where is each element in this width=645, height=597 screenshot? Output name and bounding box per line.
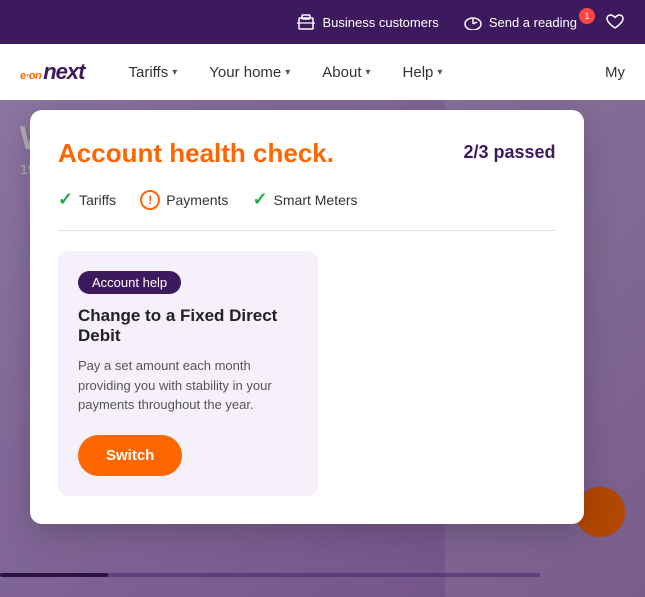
switch-button[interactable]: Switch bbox=[78, 435, 182, 476]
modal-checks: ✓ Tariffs ! Payments ✓ Smart Meters bbox=[58, 189, 556, 210]
card-badge: Account help bbox=[78, 271, 181, 294]
send-reading-link[interactable]: Send a reading 1 bbox=[463, 12, 625, 32]
nav-items: Tariffs ▾ Your home ▾ About ▾ Help ▾ My bbox=[114, 44, 625, 100]
nav-bar: e·on next Tariffs ▾ Your home ▾ About ▾ … bbox=[0, 44, 645, 100]
account-help-card: Account help Change to a Fixed Direct De… bbox=[58, 251, 318, 496]
check-payments: ! Payments bbox=[140, 190, 228, 210]
check-tariffs: ✓ Tariffs bbox=[58, 189, 116, 210]
nav-item-your-home[interactable]: Your home ▾ bbox=[195, 44, 304, 100]
chevron-down-icon: ▾ bbox=[437, 67, 442, 78]
nav-item-my[interactable]: My bbox=[605, 64, 625, 81]
checkmark-icon: ✓ bbox=[252, 189, 267, 210]
send-reading-label: Send a reading bbox=[489, 15, 577, 30]
modal-divider bbox=[58, 230, 556, 231]
modal-header: Account health check. 2/3 passed bbox=[58, 138, 556, 169]
chevron-down-icon: ▾ bbox=[172, 67, 177, 78]
modal-overlay: Account health check. 2/3 passed ✓ Tarif… bbox=[0, 100, 645, 597]
nav-item-help[interactable]: Help ▾ bbox=[389, 44, 457, 100]
checkmark-icon: ✓ bbox=[58, 189, 73, 210]
check-tariffs-label: Tariffs bbox=[79, 192, 116, 208]
account-health-modal: Account health check. 2/3 passed ✓ Tarif… bbox=[30, 110, 584, 524]
nav-item-tariffs[interactable]: Tariffs ▾ bbox=[114, 44, 191, 100]
warning-icon: ! bbox=[140, 190, 160, 210]
notification-badge: 1 bbox=[579, 8, 595, 24]
chevron-down-icon: ▾ bbox=[285, 67, 290, 78]
business-customers-link[interactable]: Business customers bbox=[296, 12, 438, 32]
modal-title: Account health check. bbox=[58, 138, 334, 169]
modal-score: 2/3 passed bbox=[463, 142, 555, 163]
card-description: Pay a set amount each month providing yo… bbox=[78, 356, 298, 415]
card-title: Change to a Fixed Direct Debit bbox=[78, 306, 298, 346]
business-customers-label: Business customers bbox=[322, 15, 438, 30]
meter-icon bbox=[463, 12, 483, 32]
business-icon bbox=[296, 12, 316, 32]
page-content: We 192 G... t paym paymement iss afteris… bbox=[0, 100, 645, 597]
heart-icon bbox=[605, 12, 625, 32]
check-payments-label: Payments bbox=[166, 192, 228, 208]
chevron-down-icon: ▾ bbox=[365, 67, 370, 78]
nav-item-about[interactable]: About ▾ bbox=[308, 44, 384, 100]
logo[interactable]: e·on next bbox=[20, 59, 84, 85]
top-bar: Business customers Send a reading 1 bbox=[0, 0, 645, 44]
check-smart-meters-label: Smart Meters bbox=[274, 192, 358, 208]
check-smart-meters: ✓ Smart Meters bbox=[252, 189, 357, 210]
